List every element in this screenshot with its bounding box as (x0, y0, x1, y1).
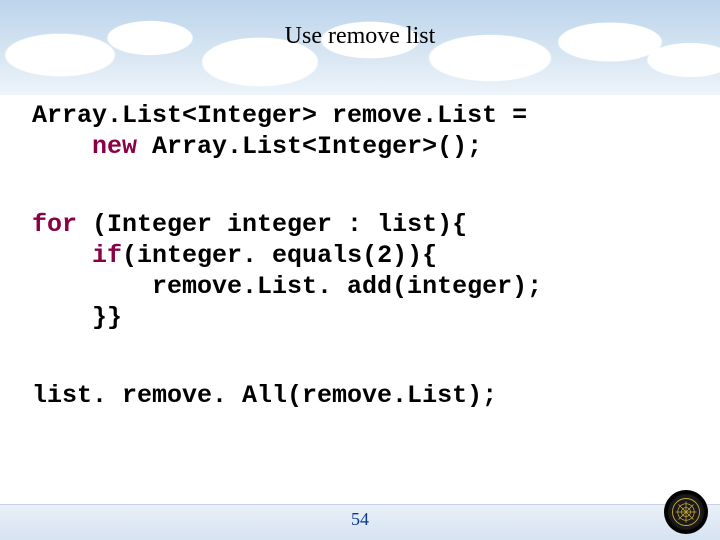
institution-seal-icon (664, 490, 708, 534)
code-block-loop: for (Integer integer : list){ if(integer… (32, 209, 688, 334)
code-block-removeall: list. remove. All(remove.List); (32, 380, 688, 411)
code-indent (32, 241, 92, 270)
code-block-declaration: Array.List<Integer> remove.List = new Ar… (32, 100, 688, 163)
code-line: Array.List<Integer> remove.List = (32, 101, 527, 130)
keyword-new: new (92, 132, 137, 161)
code-text: (integer. equals(2)){ (122, 241, 437, 270)
slide-title: Use remove list (0, 23, 720, 50)
page-number: 54 (0, 509, 720, 530)
code-text: (Integer integer : list){ (77, 210, 467, 239)
code-line: }} (32, 303, 122, 332)
keyword-for: for (32, 210, 77, 239)
code-line: remove.List. add(integer); (32, 272, 542, 301)
code-indent (32, 132, 92, 161)
code-text: Array.List<Integer>(); (137, 132, 482, 161)
code-line: list. remove. All(remove.List); (32, 381, 497, 410)
keyword-if: if (92, 241, 122, 270)
slide-content: Array.List<Integer> remove.List = new Ar… (0, 100, 720, 411)
